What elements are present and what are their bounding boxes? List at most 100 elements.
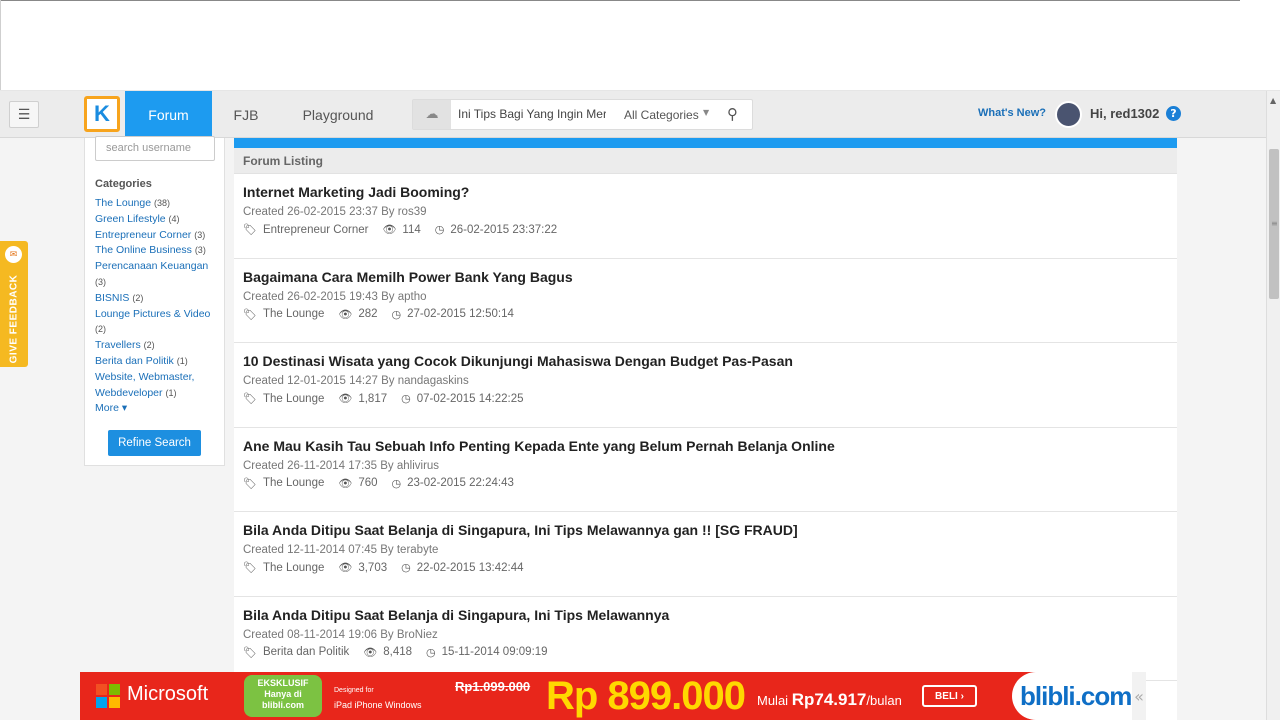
category-select[interactable]: All Categories xyxy=(624,108,699,122)
category-link[interactable]: Berita dan Politik xyxy=(95,355,174,367)
thread-created: Created 12-11-2014 07:45 By terabyte xyxy=(243,544,439,556)
thread-views: 1,817 xyxy=(358,392,388,405)
buy-button[interactable]: BELI › xyxy=(922,685,977,707)
chat-bubble-icon[interactable]: ☁ xyxy=(413,100,451,129)
thread-row: Bila Anda Ditipu Saat Belanja di Singapu… xyxy=(234,512,1177,597)
category-link[interactable]: The Lounge xyxy=(95,197,151,209)
thread-category[interactable]: The Lounge xyxy=(263,477,324,489)
more-link[interactable]: More ▾ xyxy=(95,401,220,417)
category-item[interactable]: The Online Business (3) xyxy=(95,243,220,259)
thread-category[interactable]: The Lounge xyxy=(263,393,324,405)
category-count: (3) xyxy=(194,229,206,240)
exclusive-badge: EKSKLUSIF Hanya di blibli.com xyxy=(244,675,322,717)
thread-row: Bila Anda Ditipu Saat Belanja di Singapu… xyxy=(234,597,1177,681)
tab-fjb[interactable]: FJB xyxy=(226,91,266,138)
category-link[interactable]: Lounge Pictures & Video xyxy=(95,308,210,320)
clock-icon: ◷ xyxy=(401,393,411,405)
thread-category[interactable]: Entrepreneur Corner xyxy=(263,224,368,236)
eye-icon: 👁 xyxy=(338,308,353,321)
tab-forum[interactable]: Forum xyxy=(125,91,212,138)
category-item[interactable]: Website, Webmaster, Webdeveloper (1) xyxy=(95,370,220,402)
thread-row: Bagaimana Cara Memilh Power Bank Yang Ba… xyxy=(234,259,1177,343)
thread-stats: 🏷 The Lounge 👁 1,817 ◷ 07-02-2015 14:22:25 xyxy=(243,392,1168,406)
category-link[interactable]: Entrepreneur Corner xyxy=(95,229,191,241)
ad-collapse-icon[interactable]: « xyxy=(1132,672,1146,720)
chevron-down-icon[interactable]: ▼ xyxy=(703,108,709,117)
tab-playground[interactable]: Playground xyxy=(292,91,384,138)
eye-icon: 👁 xyxy=(338,393,353,405)
installment-suffix: /bulan xyxy=(866,693,902,708)
caret-down-icon[interactable]: ▾ xyxy=(122,402,127,414)
thread-category[interactable]: The Lounge xyxy=(263,308,324,320)
more-label[interactable]: More xyxy=(95,402,119,414)
hamburger-icon[interactable]: ☰ xyxy=(9,101,39,128)
kaskus-logo[interactable]: K xyxy=(84,96,120,132)
search-input[interactable]: Ini Tips Bagi Yang Ingin Mer xyxy=(458,107,606,121)
whats-new-link[interactable]: What's New? xyxy=(978,107,1046,119)
scroll-up-arrow-icon[interactable]: ▲ xyxy=(1270,96,1276,105)
clock-icon: ◷ xyxy=(426,646,436,659)
eye-icon: 👁 xyxy=(338,477,353,490)
category-count: (2) xyxy=(95,324,106,335)
tag-icon: 🏷 xyxy=(243,562,257,574)
help-icon[interactable]: ? xyxy=(1166,106,1181,121)
installment-prefix: Mulai xyxy=(757,693,789,708)
tag-icon: 🏷 xyxy=(243,646,257,659)
designed-for-label: Designed for xyxy=(334,687,374,694)
thread-views: 8,418 xyxy=(383,646,413,658)
category-link[interactable]: The Online Business xyxy=(95,244,192,256)
category-item[interactable]: Green Lifestyle (4) xyxy=(95,212,220,228)
thread-title[interactable]: 10 Destinasi Wisata yang Cocok Dikunjung… xyxy=(243,353,1168,369)
category-item[interactable]: Perencanaan Keuangan (3) xyxy=(95,259,220,291)
exclusive-line-2: Hanya di xyxy=(264,689,302,699)
thread-row: Internet Marketing Jadi Booming? Created… xyxy=(234,174,1177,259)
category-item[interactable]: The Lounge (38) xyxy=(95,196,220,212)
thread-title[interactable]: Bila Anda Ditipu Saat Belanja di Singapu… xyxy=(243,522,1168,538)
username-search-input[interactable]: search username xyxy=(95,136,215,161)
category-link[interactable]: Perencanaan Keuangan xyxy=(95,260,208,272)
search-result-bar xyxy=(234,138,1177,148)
give-feedback-tab[interactable]: ✉ GIVE FEEDBACK xyxy=(0,241,28,367)
thread-last-post: 07-02-2015 14:22:25 xyxy=(416,392,524,405)
installment-text: Mulai Rp74.917/bulan xyxy=(757,690,902,710)
feedback-label: GIVE FEEDBACK xyxy=(8,274,20,364)
category-link[interactable]: Website, Webmaster, Webdeveloper xyxy=(95,371,194,399)
browser-top-strip xyxy=(0,0,1280,91)
thread-stats: 🏷 Berita dan Politik 👁 8,418 ◷ 15-11-2014 0… xyxy=(243,646,1168,659)
category-item[interactable]: BISNIS (2) xyxy=(95,291,220,307)
tag-icon: 🏷 xyxy=(243,477,257,490)
eye-icon: 👁 xyxy=(363,646,378,659)
category-link[interactable]: Travellers xyxy=(95,339,141,351)
exclusive-line-1: EKSKLUSIF xyxy=(257,678,309,688)
top-navbar: ☰ K Forum FJB Playground ☁ Ini Tips Bagi… xyxy=(0,91,1266,138)
refine-search-button[interactable]: Refine Search xyxy=(108,430,201,456)
thread-title[interactable]: Internet Marketing Jadi Booming? xyxy=(243,184,1168,200)
category-link[interactable]: Green Lifestyle xyxy=(95,213,166,225)
tag-icon: 🏷 xyxy=(243,308,257,321)
ad-banner[interactable]: Microsoft EKSKLUSIF Hanya di blibli.com … xyxy=(80,672,1132,720)
category-item[interactable]: Lounge Pictures & Video (2) xyxy=(95,307,220,339)
thread-title[interactable]: Ane Mau Kasih Tau Sebuah Info Penting Ke… xyxy=(243,438,1168,454)
category-count: (38) xyxy=(153,198,170,208)
thread-category[interactable]: The Lounge xyxy=(263,562,324,574)
category-item[interactable]: Entrepreneur Corner (3) xyxy=(95,228,220,244)
thread-last-post: 15-11-2014 09:09:19 xyxy=(441,646,548,658)
thread-last-post: 22-02-2015 13:42:44 xyxy=(416,561,524,574)
avatar[interactable] xyxy=(1055,101,1082,128)
thread-category[interactable]: Berita dan Politik xyxy=(263,646,349,658)
thread-title[interactable]: Bagaimana Cara Memilh Power Bank Yang Ba… xyxy=(243,269,1168,285)
vertical-scrollbar[interactable]: ▲ ≡ xyxy=(1266,91,1280,720)
category-count: (1) xyxy=(165,387,177,398)
category-item[interactable]: Travellers (2) xyxy=(95,338,220,354)
thread-views: 3,703 xyxy=(358,561,388,574)
microsoft-logo-icon xyxy=(96,684,120,708)
category-item[interactable]: Berita dan Politik (1) xyxy=(95,354,220,370)
clock-icon: ◷ xyxy=(391,308,402,321)
category-count: (3) xyxy=(95,276,106,287)
new-price: Rp 899.000 xyxy=(546,674,746,718)
category-link[interactable]: BISNIS xyxy=(95,292,129,304)
thread-title[interactable]: Bila Anda Ditipu Saat Belanja di Singapu… xyxy=(243,607,1168,623)
user-greeting[interactable]: Hi, red1302 xyxy=(1090,106,1159,121)
search-icon[interactable]: ⚲ xyxy=(727,105,738,123)
thread-created: Created 08-11-2014 19:06 By BroNiez xyxy=(243,628,438,641)
